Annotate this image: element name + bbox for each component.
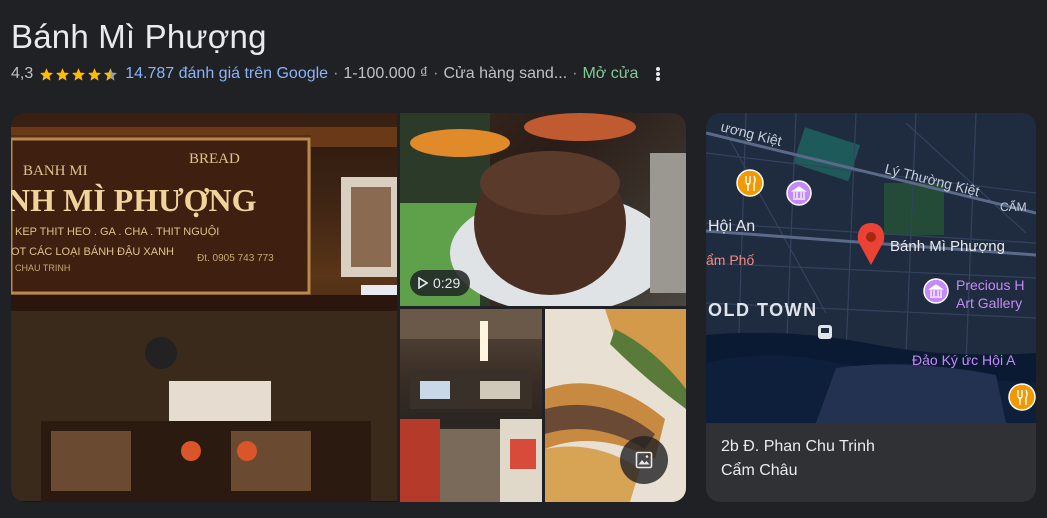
sign-line1: KEP THIT HEO . GA . CHA . THIT NGUỘI [15,225,219,238]
map-card[interactable]: ương Kiệt Lý Thường Kiệt Hội An ẩm Phố O… [706,113,1036,502]
sandwich-image [545,309,686,502]
half-star-icon [104,67,118,81]
sign-bread: BREAD [189,151,240,167]
star-icon [56,67,70,81]
map-label-cam-edge: CẨM [1000,199,1027,214]
map-label-gallery2: Art Gallery [956,295,1022,311]
map-label-cam-pho: ẩm Phố [706,252,754,268]
address: 2b Đ. Phan Chu Trinh Cẩm Châu [721,435,875,483]
sign-banh-mi: BANH MI [23,163,88,179]
restaurant-icon [1008,383,1036,411]
separator: · [333,65,339,82]
separator: · [433,65,439,82]
price-range: 1-100.000 ₫ [343,65,429,82]
place-panel: Bánh Mì Phượng 4,3 14.787 đánh giá trên … [0,0,1047,518]
map-label-place: Bánh Mì Phượng [890,238,1005,255]
museum-icon [786,180,812,206]
address-line2: Cẩm Châu [721,462,798,479]
kebab-icon[interactable] [656,67,661,81]
video-duration: 0:29 [433,275,461,291]
star-icon [40,67,54,81]
photo-icon [635,451,653,469]
place-meta: 4,3 14.787 đánh giá trên Google · 1-100.… [11,63,661,85]
map-label-old-town: OLD TOWN [708,300,818,320]
sandwich-photo[interactable] [545,309,686,502]
map-image: ương Kiệt Lý Thường Kiệt Hội An ẩm Phố O… [706,113,1036,424]
restaurant-icon [736,169,764,197]
star-icon [72,67,86,81]
bus-icon [818,325,832,339]
map-label-dao: Đảo Ký ức Hội A [912,352,1016,368]
photo-gallery: BANH MI BREAD NH MÌ PHƯỢNG KEP THIT HEO … [11,113,686,502]
map-view[interactable]: ương Kiệt Lý Thường Kiệt Hội An ẩm Phố O… [706,113,1036,424]
rating-stars [39,67,119,82]
separator: · [572,65,578,82]
storefront-image: BANH MI BREAD NH MÌ PHƯỢNG KEP THIT HEO … [11,113,397,502]
sign-phone: Đt. 0905 743 773 [197,253,274,264]
museum-icon [923,278,949,304]
star-icon [88,67,102,81]
address-line1: 2b Đ. Phan Chu Trinh [721,438,875,455]
category: Cửa hàng sand... [443,65,568,82]
sign-line3: CHAU TRINH [15,263,70,273]
video-badge[interactable]: 0:29 [410,270,471,296]
all-photos-button[interactable] [620,436,668,484]
open-status: Mở cửa [582,65,639,82]
map-label-gallery1: Precious H [956,277,1024,293]
reviews-link[interactable]: 14.787 đánh giá trên Google [125,65,328,83]
sign-main-text: NH MÌ PHƯỢNG [11,182,257,218]
interior-image [400,309,542,502]
sign-line2: OT CÁC LOẠI BÁNH ĐẬU XANH [11,245,174,258]
map-label-hoi-an: Hội An [708,218,755,235]
place-title: Bánh Mì Phượng [11,18,267,55]
storefront-photo[interactable]: BANH MI BREAD NH MÌ PHƯỢNG KEP THIT HEO … [11,113,397,502]
food-video-thumbnail[interactable]: 0:29 [400,113,686,306]
play-icon [418,277,428,289]
interior-photo[interactable] [400,309,542,502]
rating-value: 4,3 [11,65,34,82]
